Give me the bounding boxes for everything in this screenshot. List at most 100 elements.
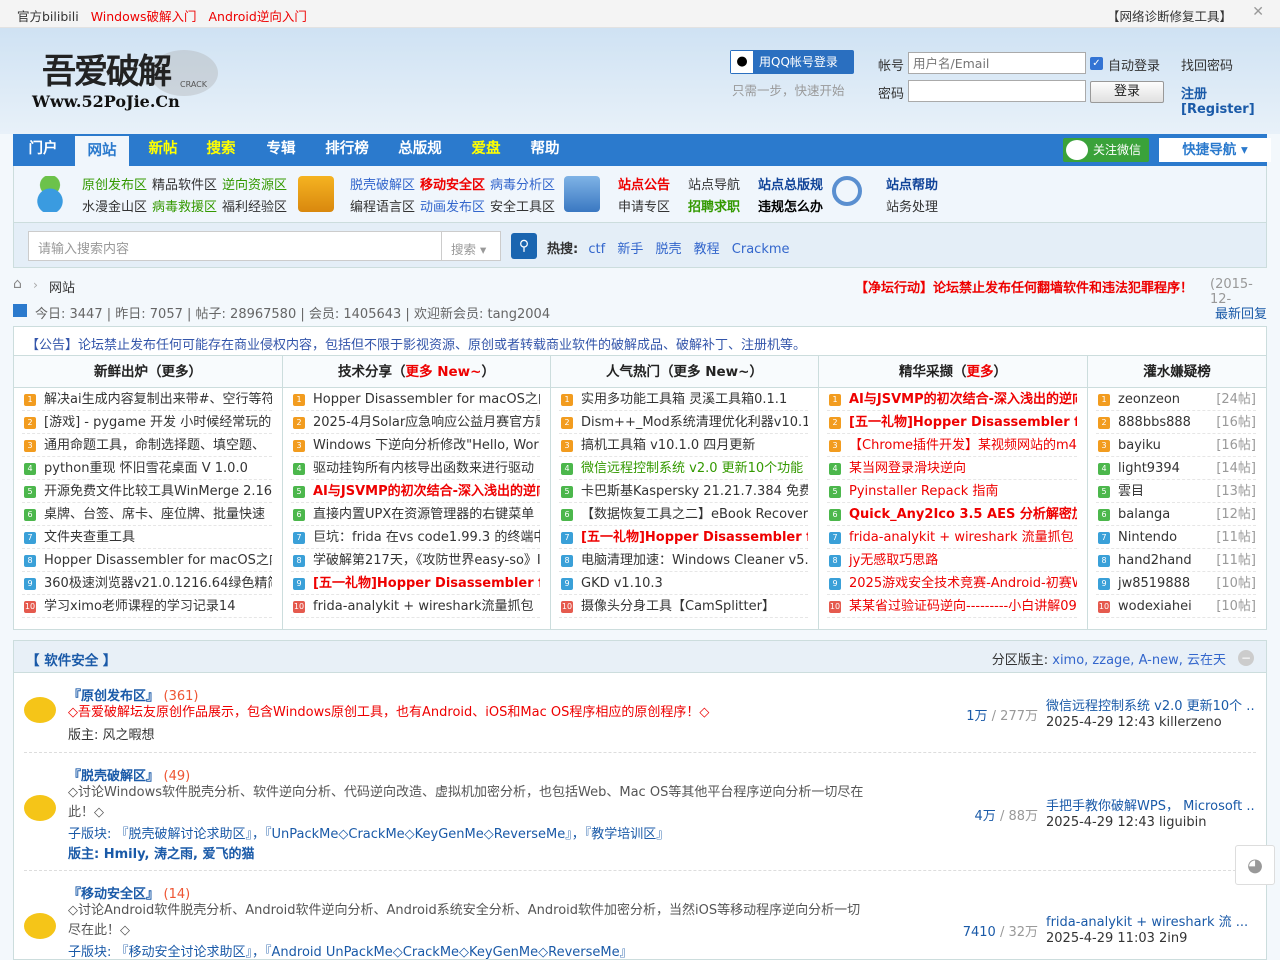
forum-name[interactable]: 『移动安全区』 (14) bbox=[68, 883, 190, 902]
nav-new-posts[interactable]: 新帖 bbox=[139, 134, 187, 166]
site-logo[interactable]: 吾爱破解 Www.52PoJie.Cn CRACK bbox=[30, 44, 220, 116]
find-password-link[interactable]: 找回密码 bbox=[1181, 55, 1233, 74]
list-item[interactable]: 10 wodexiahei [10帖] bbox=[1096, 595, 1256, 618]
list-item[interactable]: 1 zeonzeon [24帖] bbox=[1096, 388, 1256, 411]
nav-portal[interactable]: 门户 bbox=[17, 134, 69, 166]
list-item[interactable]: 8 学破解第217天，《攻防世界easy-so》I bbox=[291, 549, 540, 572]
close-icon[interactable]: ✕ bbox=[1252, 4, 1264, 20]
sub-reverse-res[interactable]: 逆向资源区 bbox=[222, 174, 287, 193]
auto-login-checkbox[interactable]: ✓ bbox=[1090, 57, 1103, 70]
list-item[interactable]: 9 GKD v1.10.3 bbox=[559, 572, 808, 595]
sub-programming[interactable]: 编程语言区 bbox=[350, 196, 415, 215]
section-title[interactable]: 【 软件安全 】 bbox=[26, 649, 116, 669]
nav-help[interactable]: 帮助 bbox=[521, 134, 569, 166]
col-title[interactable]: 新鲜出炉（更多） bbox=[14, 356, 282, 388]
list-item[interactable]: 5 雲目 [13帖] bbox=[1096, 480, 1256, 503]
sub-site-rules[interactable]: 站点总版规 bbox=[758, 174, 823, 193]
list-item[interactable]: 3 搞机工具箱 v10.1.0 四月更新 bbox=[559, 434, 808, 457]
sub-site-affairs[interactable]: 站务处理 bbox=[886, 196, 938, 215]
list-item[interactable]: 9 [五一礼物]Hopper Disassembler for m bbox=[291, 572, 540, 595]
breadcrumb-current[interactable]: 网站 bbox=[49, 277, 75, 296]
windows-crack-link[interactable]: Windows破解入门 bbox=[91, 9, 197, 24]
list-item[interactable]: 10 某某省过验证码逆向---------小白讲解09 bbox=[827, 595, 1077, 618]
nav-albums[interactable]: 专辑 bbox=[255, 134, 307, 166]
list-item[interactable]: 2 888bbs888 [16帖] bbox=[1096, 411, 1256, 434]
list-item[interactable]: 6 桌牌、台签、席卡、座位牌、批量快速 bbox=[22, 503, 272, 526]
list-item[interactable]: 5 卡巴斯基Kaspersky 21.21.7.384 免费版 bbox=[559, 480, 808, 503]
network-repair-link[interactable]: 【网络诊断修复工具】 bbox=[1107, 6, 1232, 25]
password-input[interactable] bbox=[908, 80, 1086, 102]
col-title[interactable]: 人气热门（更多 New~） bbox=[551, 356, 818, 388]
list-item[interactable]: 10 摄像头分身工具【CamSplitter】 bbox=[559, 595, 808, 618]
search-button[interactable]: ⚲ bbox=[511, 233, 537, 259]
list-item[interactable]: 4 微信远程控制系统 v2.0 更新10个功能 bbox=[559, 457, 808, 480]
forum-moderator[interactable]: 版主: Hmily, 涛之雨, 爱飞的猫 bbox=[68, 843, 254, 862]
sub-apply[interactable]: 申请专区 bbox=[618, 196, 670, 215]
forum-subforums[interactable]: 子版块: 『脱壳破解讨论求助区』，『UnPackMe◇CrackMe◇KeyGe… bbox=[68, 823, 669, 842]
sub-site-nav[interactable]: 站点导航 bbox=[688, 174, 740, 193]
sub-violation[interactable]: 违规怎么办 bbox=[758, 196, 823, 215]
list-item[interactable]: 2 Dism++_Mod系统清理优化利器v10.1.10 bbox=[559, 411, 808, 434]
list-item[interactable]: 6 直接内置UPX在资源管理器的右键菜单 bbox=[291, 503, 540, 526]
forum-name[interactable]: 『原创发布区』 (361) bbox=[68, 685, 199, 704]
list-item[interactable]: 2 [五一礼物]Hopper Disassembler for m bbox=[827, 411, 1077, 434]
sub-virus-rescue[interactable]: 病毒救援区 bbox=[152, 196, 217, 215]
list-item[interactable]: 3 Windows 下逆向分析修改"Hello, World!" bbox=[291, 434, 540, 457]
nav-rules[interactable]: 总版规 bbox=[389, 134, 451, 166]
bilibili-link[interactable]: 官方bilibili bbox=[17, 9, 79, 24]
list-item[interactable]: 10 学习ximo老师课程的学习记录14 bbox=[22, 595, 272, 618]
nav-aipan[interactable]: 爱盘 bbox=[463, 134, 509, 166]
list-item[interactable]: 7 Nintendo [11帖] bbox=[1096, 526, 1256, 549]
list-item[interactable]: 1 Hopper Disassembler for macOS之内存 bbox=[291, 388, 540, 411]
android-reverse-link[interactable]: Android逆向入门 bbox=[209, 9, 307, 24]
sub-welfare[interactable]: 福利经验区 bbox=[222, 196, 287, 215]
list-item[interactable]: 7 巨坑：frida 在vs code1.99.3 的终端中无 bbox=[291, 526, 540, 549]
list-item[interactable]: 3 通用命题工具，命制选择题、填空题、 bbox=[22, 434, 272, 457]
sub-water[interactable]: 水漫金山区 bbox=[82, 196, 147, 215]
list-item[interactable]: 4 python重现 怀旧雪花桌面 V 1.0.0 bbox=[22, 457, 272, 480]
list-item[interactable]: 10 frida-analykit + wireshark流量抓包 bbox=[291, 595, 540, 618]
hot-item[interactable]: 脱壳 bbox=[655, 242, 681, 257]
moderators[interactable]: ximo, zzage, A-new, 云在天 bbox=[1052, 653, 1226, 668]
list-item[interactable]: 5 Pyinstaller Repack 指南 bbox=[827, 480, 1077, 503]
register-link[interactable]: 注册[Register] bbox=[1181, 83, 1280, 117]
username-input[interactable] bbox=[908, 52, 1086, 74]
list-item[interactable]: 1 解决ai生成内容复制出来带#、空行等符 bbox=[22, 388, 272, 411]
col-title[interactable]: 技术分享（更多 New~） bbox=[283, 356, 550, 388]
sub-virus-analysis[interactable]: 病毒分析区 bbox=[490, 174, 555, 193]
hot-item[interactable]: 新手 bbox=[617, 242, 643, 257]
latest-reply-link[interactable]: 最新回复 bbox=[1215, 303, 1267, 322]
hot-item[interactable]: Crackme bbox=[732, 242, 790, 257]
sub-site-help[interactable]: 站点帮助 bbox=[886, 174, 938, 193]
col-title[interactable]: 灌水嫌疑榜 bbox=[1088, 356, 1266, 388]
list-item[interactable]: 1 实用多功能工具箱 灵溪工具箱0.1.1 bbox=[559, 388, 808, 411]
list-item[interactable]: 6 【数据恢复工具之二】eBook Recovery bbox=[559, 503, 808, 526]
list-item[interactable]: 2 2025-4月Solar应急响应公益月赛官方题 bbox=[291, 411, 540, 434]
list-item[interactable]: 7 frida-analykit + wireshark 流量抓包 bbox=[827, 526, 1077, 549]
list-item[interactable]: 7 文件夹查重工具 bbox=[22, 526, 272, 549]
sub-quality[interactable]: 精品软件区 bbox=[152, 174, 217, 193]
home-icon[interactable]: ⌂ bbox=[13, 276, 22, 292]
list-item[interactable]: 8 jy无感取巧思路 bbox=[827, 549, 1077, 572]
qq-login-button[interactable]: ● 用QQ帐号登录 bbox=[730, 50, 854, 74]
sub-unpack[interactable]: 脱壳破解区 bbox=[350, 174, 415, 193]
list-item[interactable]: 4 驱动挂钩所有内核导出函数来进行驱动 bbox=[291, 457, 540, 480]
list-item[interactable]: 9 2025游戏安全技术竞赛-Android-初赛Wri bbox=[827, 572, 1077, 595]
quick-nav-dropdown[interactable]: 快捷导航 ▾ bbox=[1159, 138, 1271, 162]
list-item[interactable]: 9 jw8519888 [10帖] bbox=[1096, 572, 1256, 595]
collapse-icon[interactable]: − bbox=[1238, 650, 1254, 666]
search-input[interactable]: 请输入搜索内容 bbox=[28, 231, 442, 261]
hot-item[interactable]: ctf bbox=[588, 242, 605, 257]
list-item[interactable]: 8 hand2hand [11帖] bbox=[1096, 549, 1256, 572]
sub-security-tools[interactable]: 安全工具区 bbox=[490, 196, 555, 215]
list-item[interactable]: 3 【Chrome插件开发】某视频网站的m4s bbox=[827, 434, 1077, 457]
forum-subforums[interactable]: 子版块: 『移动安全讨论求助区』，『Android UnPackMe◇Crack… bbox=[68, 941, 633, 960]
nav-ranking[interactable]: 排行榜 bbox=[317, 134, 377, 166]
list-item[interactable]: 1 AI与JSVMP的初次结合-深入浅出的逆向 bbox=[827, 388, 1077, 411]
list-item[interactable]: 7 [五一礼物]Hopper Disassembler for m bbox=[559, 526, 808, 549]
search-type-select[interactable]: 搜索 ▾ bbox=[441, 231, 501, 261]
list-item[interactable]: 6 balanga [12帖] bbox=[1096, 503, 1256, 526]
list-item[interactable]: 5 开源免费文件比较工具WinMerge 2.16.4 bbox=[22, 480, 272, 503]
forum-last-post[interactable]: 微信远程控制系统 v2.0 更新10个 ... bbox=[1046, 695, 1256, 714]
wechat-float-button[interactable]: ◕ bbox=[1235, 845, 1275, 885]
